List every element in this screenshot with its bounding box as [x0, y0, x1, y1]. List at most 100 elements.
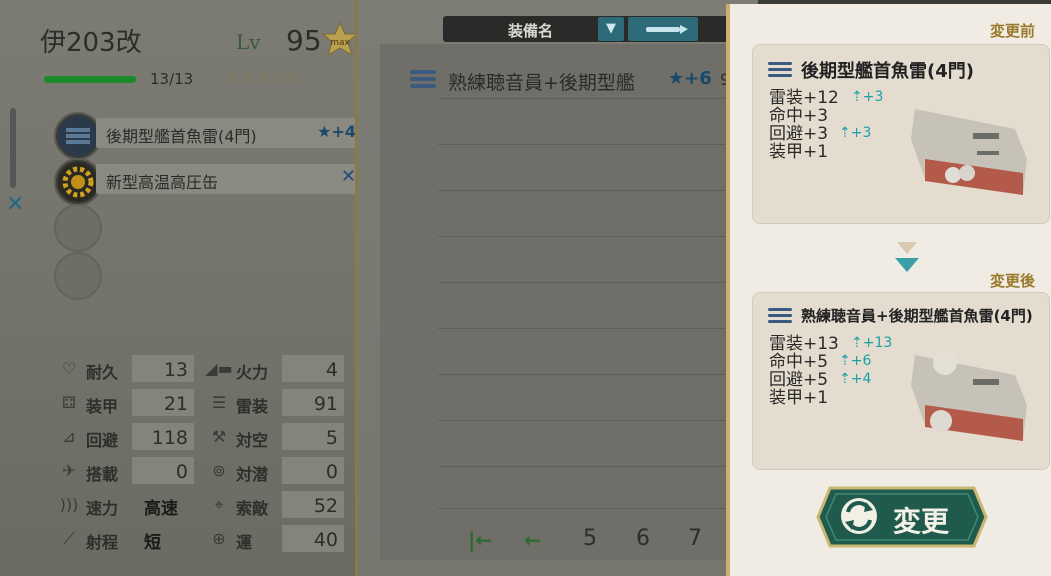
stat-torpedo-value: 91 — [313, 393, 338, 415]
empty-slot-icon — [54, 252, 102, 300]
after-label: 変更後 — [990, 272, 1036, 290]
empty-slot-icon — [54, 204, 102, 252]
type-filter-button[interactable] — [628, 17, 698, 41]
speed-icon: ))) — [59, 495, 79, 514]
boiler-gear-icon — [54, 158, 102, 206]
left-scrollbar[interactable] — [10, 108, 16, 188]
stat-row-3: ⊿ 回避 118 ⚒ 対空 5 — [52, 422, 344, 452]
stat-evasion-label: 回避 — [86, 431, 119, 450]
stat-range: ⟋ 射程 短 — [52, 524, 198, 554]
after-stat-armor: 装甲+1 — [769, 388, 829, 408]
unequip-icon[interactable]: ✕ — [341, 166, 356, 187]
stat-row-5: ))) 速力 高速 ⌖ 索敵 52 — [52, 490, 344, 520]
page-5[interactable]: 5 — [583, 526, 597, 551]
stat-luck-value: 40 — [313, 529, 338, 551]
change-button-label[interactable]: 変更 — [893, 500, 949, 540]
equip-slot-4[interactable] — [52, 250, 358, 300]
stat-firepower: ◢▬ 火力 4 — [202, 354, 348, 384]
torpedo-stat-icon: ☰ — [211, 393, 227, 412]
swap-arrows-icon — [841, 498, 877, 534]
sort-dropdown-button[interactable]: ▼ — [598, 17, 624, 41]
range-icon: ⟋ — [63, 529, 75, 548]
torpedo-card-icon — [768, 308, 792, 323]
close-icon[interactable]: ✕ — [6, 192, 24, 217]
before-equipment-card: 後期型艦首魚雷(4門) 雷装+12 ⇡+3 命中+3 回避+3 ⇡+3 装甲+1 — [752, 44, 1050, 224]
radar-icon: ⌖ — [214, 495, 224, 514]
level-label: Lv — [236, 30, 261, 54]
stat-aircraft-label: 搭載 — [86, 465, 119, 484]
dice-armor-icon: ⚃ — [62, 393, 76, 412]
before-label: 変更前 — [990, 22, 1036, 40]
stat-los: ⌖ 索敵 52 — [202, 490, 348, 520]
stat-armor: ⚃ 装甲 21 — [52, 388, 198, 418]
stat-torpedo: ☰ 雷装 91 — [202, 388, 348, 418]
max-level-badge-icon: max — [322, 22, 358, 57]
stat-luck-label: 運 — [236, 533, 253, 552]
slot-2-name: 新型高温高圧缶 — [106, 173, 219, 192]
stat-aircraft: ✈ 搭載 0 — [52, 456, 198, 486]
stat-asw-value: 0 — [325, 461, 338, 483]
after-delta-accuracy: ⇡+6 — [839, 353, 872, 369]
before-stat-torpedo: 雷装+12 — [769, 88, 839, 108]
stat-los-value: 52 — [313, 495, 338, 517]
max-badge-text: max — [330, 38, 350, 48]
torpedo-icon — [54, 112, 102, 160]
stat-evasion-value: 118 — [151, 427, 188, 449]
stat-row-1: ♡ 耐久 13 ◢▬ 火力 4 — [52, 354, 344, 384]
stat-aa-label: 対空 — [236, 431, 269, 450]
torpedo-illustration — [911, 351, 1027, 441]
stat-aa: ⚒ 対空 5 — [202, 422, 348, 452]
equipment-list-item[interactable]: 熟練聴音員+後期型艦 — [448, 68, 635, 95]
stat-firepower-label: 火力 — [236, 363, 269, 382]
before-delta-torpedo: ⇡+3 — [851, 89, 884, 105]
stat-firepower-value: 4 — [325, 359, 338, 381]
slot-1-name: 後期型艦首魚雷(4門) — [106, 127, 257, 146]
before-stat-armor: 装甲+1 — [769, 142, 829, 162]
equipment-list-area — [380, 44, 740, 560]
stat-speed: ))) 速力 高速 — [52, 490, 198, 520]
before-delta-evasion: ⇡+3 — [839, 125, 872, 141]
equip-slot-1[interactable]: 後期型艦首魚雷(4門) ★+4 — [52, 110, 358, 160]
page-6[interactable]: 6 — [636, 526, 650, 551]
ship-name: 伊203改 — [40, 28, 142, 58]
stat-armor-label: 装甲 — [86, 397, 119, 416]
stat-hp: ♡ 耐久 13 — [52, 354, 198, 384]
after-stat-evasion: 回避+5 — [769, 370, 829, 390]
stat-asw-label: 対潜 — [236, 465, 269, 484]
plane-icon: ✈ — [62, 461, 76, 480]
stat-aircraft-value: 0 — [175, 461, 188, 483]
torpedo-illustration — [911, 109, 1027, 195]
remodel-stars: ☆☆☆☆☆ — [225, 68, 302, 87]
stat-asw: ⊚ 対潜 0 — [202, 456, 348, 486]
lifebuoy-icon: ⊕ — [212, 529, 226, 548]
after-equipment-card: 熟練聴音員+後期型艦首魚雷(4門) 雷装+13 ⇡+13 命中+5 ⇡+6 回避… — [752, 292, 1050, 470]
prev-page-button[interactable]: ← — [524, 528, 541, 552]
stat-speed-label: 速力 — [86, 499, 119, 518]
arrow-down-icon — [895, 242, 919, 272]
level-value: 95 — [286, 24, 322, 57]
stat-armor-value: 21 — [163, 393, 188, 415]
before-stat-accuracy: 命中+3 — [769, 106, 829, 126]
item-improvement: ★+6 — [668, 68, 712, 89]
first-page-button[interactable]: |← — [468, 528, 492, 552]
depth-charge-icon: ⊚ — [212, 461, 226, 480]
before-title: 後期型艦首魚雷(4門) — [801, 61, 974, 82]
page-7[interactable]: 7 — [688, 526, 702, 551]
stat-row-4: ✈ 搭載 0 ⊚ 対潜 0 — [52, 456, 344, 486]
stat-speed-value: 高速 — [144, 499, 178, 519]
equip-slot-2[interactable]: 新型高温高圧缶 ✕ — [52, 156, 358, 206]
evasion-icon: ⊿ — [62, 427, 76, 446]
stat-evasion: ⊿ 回避 118 — [52, 422, 198, 452]
stat-row-6: ⟋ 射程 短 ⊕ 運 40 — [52, 524, 344, 554]
torpedo-type-icon — [646, 25, 688, 34]
after-stat-torpedo: 雷装+13 — [769, 334, 839, 354]
stat-hp-value: 13 — [163, 359, 188, 381]
torpedo-card-icon — [768, 62, 792, 77]
stat-torpedo-label: 雷装 — [236, 397, 269, 416]
equip-slot-3[interactable] — [52, 202, 358, 252]
hp-text: 13/13 — [150, 70, 194, 88]
stat-row-2: ⚃ 装甲 21 ☰ 雷装 91 — [52, 388, 344, 418]
stat-los-label: 索敵 — [236, 499, 269, 518]
sort-by-name-label[interactable]: 装備名 — [508, 20, 553, 41]
hp-bar — [44, 76, 136, 83]
